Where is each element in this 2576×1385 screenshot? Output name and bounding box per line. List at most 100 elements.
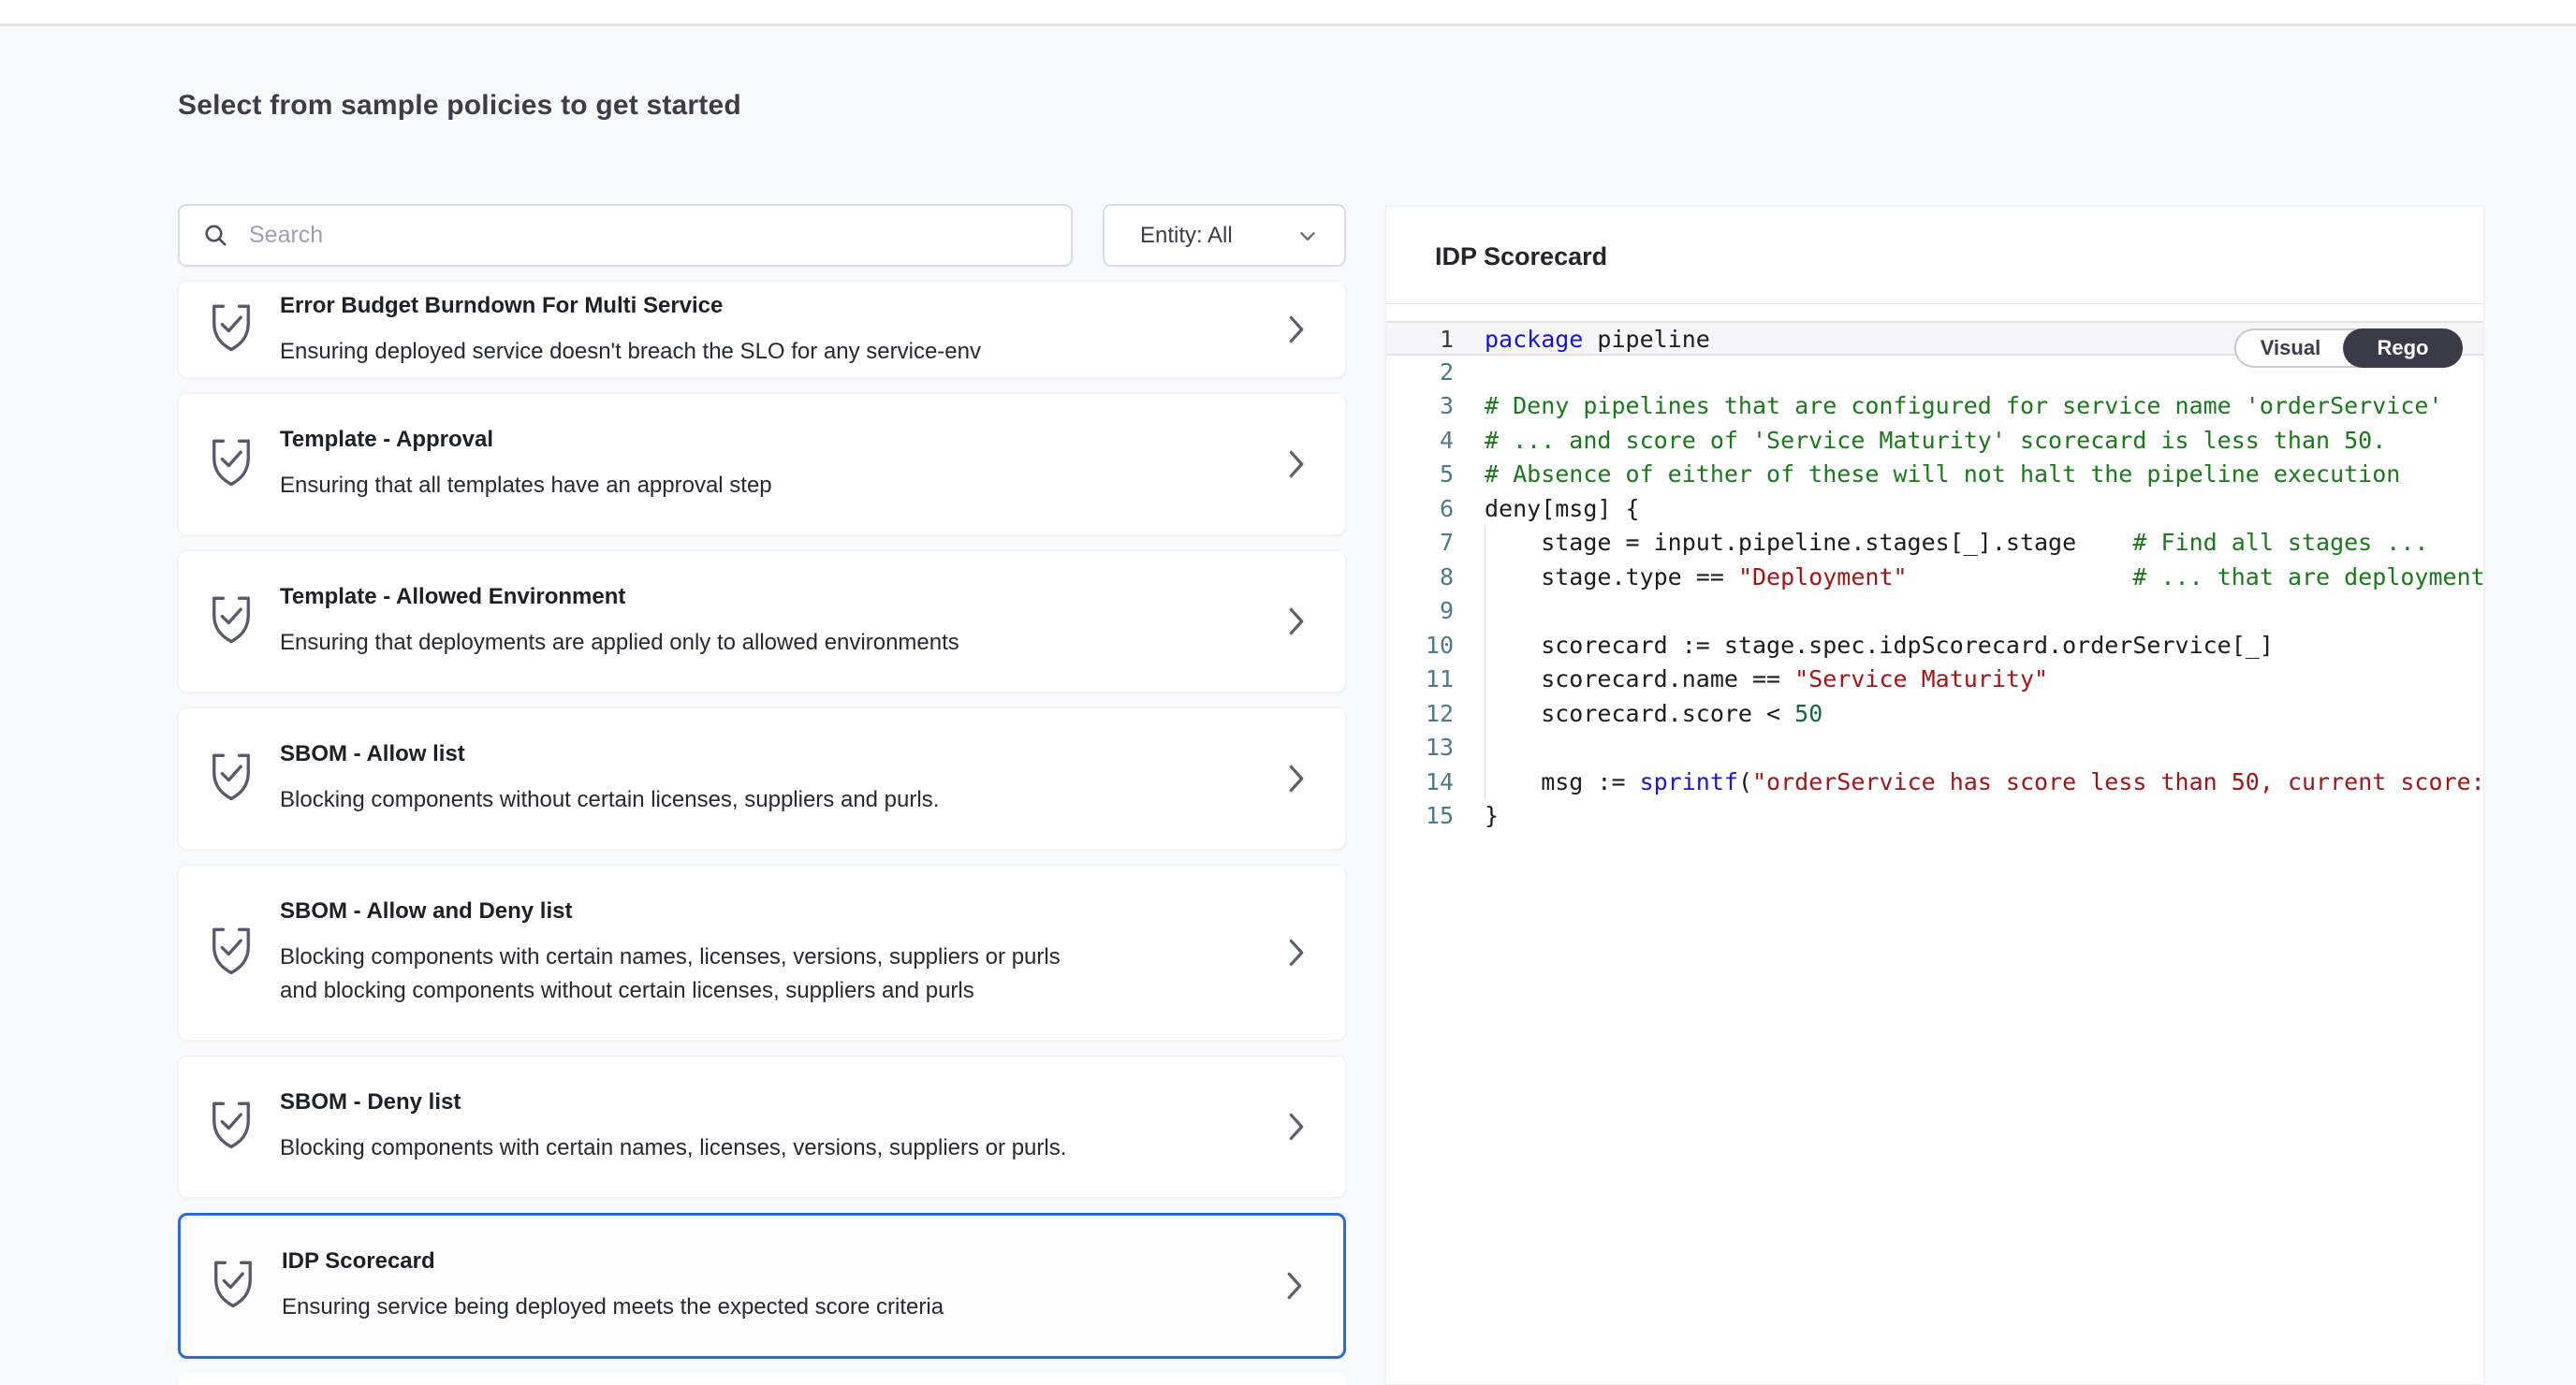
policy-description: Ensuring that all templates have an appr… (280, 469, 1104, 503)
code-text: # Deny pipelines that are configured for… (1485, 389, 2483, 424)
code-text: # Absence of either of these will not ha… (1485, 458, 2483, 492)
policy-card[interactable]: SBOM - Allow and Deny list Blocking comp… (178, 865, 1346, 1041)
policy-description: Blocking components with certain names, … (280, 940, 1104, 1008)
code-text: scorecard := stage.spec.idpScorecard.ord… (1485, 629, 2483, 663)
shield-check-icon (207, 594, 256, 649)
line-number: 2 (1386, 356, 1485, 390)
code-text: msg := sprintf("orderService has score l… (1485, 765, 2483, 800)
line-number: 7 (1386, 526, 1485, 561)
code-text: stage = input.pipeline.stages[_].stage #… (1485, 526, 2483, 561)
policy-title: SBOM - Deny list (280, 1088, 1233, 1116)
chevron-right-icon (1287, 764, 1306, 794)
policy-title: Template - Approval (280, 426, 1233, 454)
rego-toggle-button[interactable]: Rego (2343, 328, 2463, 368)
policy-card[interactable]: IDP Scorecard Ensuring service being dep… (178, 1213, 1346, 1359)
policy-card-text: SBOM - Allow and Deny list Blocking comp… (280, 897, 1233, 1008)
line-number: 14 (1386, 765, 1485, 800)
chevron-right-icon (1285, 1271, 1304, 1301)
code-line: 13 (1386, 731, 2483, 765)
page-title: Select from sample policies to get start… (178, 90, 741, 122)
code-editor[interactable]: 1package pipeline23# Deny pipelines that… (1386, 321, 2483, 1384)
search-box[interactable] (178, 204, 1073, 267)
line-number: 12 (1386, 697, 1485, 732)
line-number: 15 (1386, 799, 1485, 834)
code-text: scorecard.score < 50 (1485, 697, 2483, 732)
indent-guide (1485, 526, 1486, 799)
policy-card-text: SBOM - Deny list Blocking components wit… (280, 1088, 1233, 1165)
code-line: 5# Absence of either of these will not h… (1386, 458, 2483, 492)
policy-description: Ensuring service being deployed meets th… (282, 1290, 1105, 1324)
next-card-peek (178, 1373, 1346, 1385)
detail-title: IDP Scorecard (1435, 242, 1607, 271)
shield-check-icon (209, 1259, 257, 1313)
shield-check-icon (207, 1100, 256, 1154)
policy-card-text: SBOM - Allow list Blocking components wi… (280, 740, 1233, 817)
policy-description: Blocking components without certain lice… (280, 783, 1104, 817)
screen: Select from sample policies to get start… (0, 0, 2576, 1385)
code-text: stage.type == "Deployment" # ... that ar… (1485, 561, 2483, 595)
policy-detail-panel: IDP Scorecard 1package pipeline23# Deny … (1385, 206, 2484, 1385)
code-line: 15} (1386, 799, 2483, 834)
visual-toggle-button[interactable]: Visual (2236, 330, 2345, 366)
search-input[interactable] (249, 222, 1048, 249)
line-number: 3 (1386, 389, 1485, 424)
code-line: 8 stage.type == "Deployment" # ... that … (1386, 561, 2483, 595)
policy-title: IDP Scorecard (282, 1247, 1231, 1276)
policy-list: Error Budget Burndown For Multi Service … (178, 281, 1346, 1374)
code-line: 3# Deny pipelines that are configured fo… (1386, 389, 2483, 424)
code-line: 4# ... and score of 'Service Maturity' s… (1386, 424, 2483, 459)
detail-divider (1386, 303, 2483, 304)
line-number: 4 (1386, 424, 1485, 459)
chevron-right-icon (1287, 606, 1306, 636)
policy-card[interactable]: SBOM - Deny list Blocking components wit… (178, 1056, 1346, 1198)
code-line: 11 scorecard.name == "Service Maturity" (1386, 663, 2483, 697)
line-number: 13 (1386, 731, 1485, 765)
shield-check-icon (207, 437, 256, 491)
chevron-right-icon (1287, 314, 1306, 344)
policy-description: Ensuring deployed service doesn't breach… (280, 335, 1104, 369)
code-text (1485, 594, 2483, 629)
policy-card[interactable]: Template - Approval Ensuring that all te… (178, 393, 1346, 535)
policy-card-text: Error Budget Burndown For Multi Service … (280, 292, 1233, 369)
entity-filter-label: Entity: All (1140, 223, 1295, 249)
search-icon (202, 222, 230, 250)
line-number: 1 (1386, 323, 1485, 354)
line-number: 8 (1386, 561, 1485, 595)
code-text: deny[msg] { (1485, 492, 2483, 527)
policy-description: Ensuring that deployments are applied on… (280, 626, 1104, 660)
chevron-right-icon (1287, 938, 1306, 968)
line-number: 9 (1386, 594, 1485, 629)
policy-card-text: IDP Scorecard Ensuring service being dep… (282, 1247, 1231, 1324)
line-number: 6 (1386, 492, 1485, 527)
policy-card[interactable]: Template - Allowed Environment Ensuring … (178, 550, 1346, 692)
code-line: 9 (1386, 594, 2483, 629)
policy-title: SBOM - Allow and Deny list (280, 897, 1233, 926)
code-line: 12 scorecard.score < 50 (1386, 697, 2483, 732)
code-text: # ... and score of 'Service Maturity' sc… (1485, 424, 2483, 459)
code-text: } (1485, 799, 2483, 834)
code-text (1485, 731, 2483, 765)
chevron-right-icon (1287, 1112, 1306, 1142)
shield-check-icon (207, 926, 256, 980)
shield-check-icon (207, 751, 256, 806)
code-line: 7 stage = input.pipeline.stages[_].stage… (1386, 526, 2483, 561)
policy-title: Template - Allowed Environment (280, 583, 1233, 611)
entity-filter-dropdown[interactable]: Entity: All (1103, 204, 1346, 267)
line-number: 5 (1386, 458, 1485, 492)
chevron-down-icon (1295, 224, 1320, 248)
policy-description: Blocking components with certain names, … (280, 1131, 1104, 1165)
shield-check-icon (207, 302, 256, 357)
policy-card-text: Template - Approval Ensuring that all te… (280, 426, 1233, 503)
policy-card-text: Template - Allowed Environment Ensuring … (280, 583, 1233, 660)
policy-card[interactable]: SBOM - Allow list Blocking components wi… (178, 707, 1346, 850)
code-line: 10 scorecard := stage.spec.idpScorecard.… (1386, 629, 2483, 663)
policy-card[interactable]: Error Budget Burndown For Multi Service … (178, 281, 1346, 378)
code-text: scorecard.name == "Service Maturity" (1485, 663, 2483, 697)
code-line: 14 msg := sprintf("orderService has scor… (1386, 765, 2483, 800)
policy-title: Error Budget Burndown For Multi Service (280, 292, 1233, 320)
line-number: 10 (1386, 629, 1485, 663)
code-line: 6deny[msg] { (1386, 492, 2483, 527)
chevron-right-icon (1287, 449, 1306, 479)
policy-title: SBOM - Allow list (280, 740, 1233, 768)
view-mode-toggle: Visual Rego (2234, 328, 2463, 368)
